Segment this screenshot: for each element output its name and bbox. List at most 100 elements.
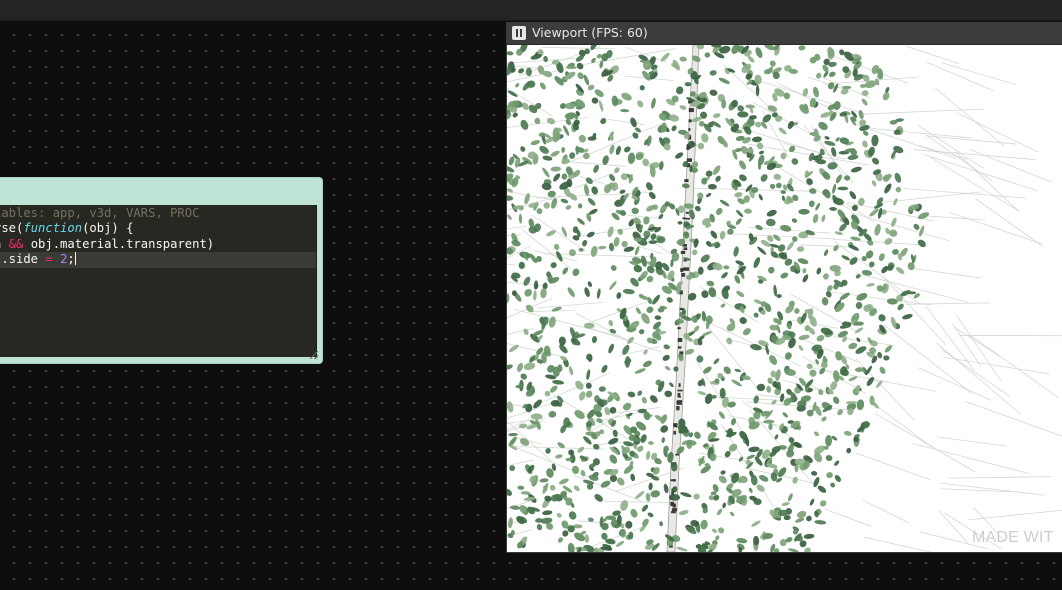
code-token: =: [45, 251, 53, 266]
leaf: [696, 355, 704, 363]
leaf: [586, 369, 591, 380]
leaf: [802, 268, 807, 274]
leaf: [671, 125, 677, 132]
resize-grip-icon[interactable]: [310, 351, 318, 359]
leaf: [530, 140, 540, 146]
leaf: [830, 482, 836, 488]
leaf: [814, 431, 819, 437]
leaf: [766, 385, 772, 393]
leaf: [523, 328, 529, 336]
leaf: [520, 146, 526, 152]
leaf: [709, 70, 717, 76]
leaf: [824, 140, 836, 146]
leaf: [507, 51, 514, 56]
leaf: [648, 482, 653, 491]
leaf: [550, 150, 560, 157]
leaf: [608, 343, 614, 354]
leaf: [856, 292, 868, 301]
leaf: [809, 498, 815, 506]
leaf: [694, 205, 701, 212]
leaf: [584, 534, 590, 543]
leaf: [773, 284, 777, 297]
leaf: [722, 502, 727, 509]
leaf: [858, 197, 865, 206]
leaf: [561, 146, 565, 153]
leaf: [634, 246, 640, 256]
leaf: [753, 257, 761, 268]
pause-icon[interactable]: [512, 26, 526, 40]
branch: [582, 48, 676, 66]
leaf: [524, 288, 532, 297]
leaf: [826, 472, 833, 479]
leaf: [611, 95, 619, 107]
code-line[interactable]: iables: app, v3d, VARS, PROC: [0, 206, 316, 222]
viewport-panel: Viewport (FPS: 60) MADE WIT: [506, 22, 1062, 553]
bark-mark: [683, 247, 688, 251]
branch: [956, 112, 1039, 153]
branch: [824, 508, 872, 527]
branch: [604, 500, 674, 503]
leaf: [507, 293, 510, 304]
leaf: [763, 45, 775, 51]
leaf: [518, 68, 525, 74]
leaf: [591, 335, 597, 344]
leaf: [843, 430, 852, 436]
viewport-canvas[interactable]: MADE WIT: [507, 45, 1062, 552]
bark-mark: [676, 400, 682, 405]
leaf: [565, 205, 572, 210]
code-line[interactable]: h && obj.material.transparent): [0, 237, 316, 253]
leaf: [508, 444, 518, 451]
leaf: [540, 287, 547, 299]
leaf: [704, 52, 711, 58]
branch: [906, 45, 959, 65]
code-token: function: [23, 221, 83, 236]
leaf: [720, 303, 726, 308]
leaf: [631, 207, 639, 215]
leaf: [578, 247, 584, 252]
leaf: [637, 390, 643, 396]
leaf: [733, 246, 739, 257]
leaf: [816, 72, 822, 79]
leaf: [675, 152, 684, 159]
leaf: [818, 121, 828, 131]
leaf: [884, 345, 893, 353]
viewport-header[interactable]: Viewport (FPS: 60): [506, 22, 1062, 45]
leaf: [719, 230, 726, 240]
bark-mark: [671, 508, 678, 512]
branch: [610, 407, 660, 414]
branch: [800, 244, 856, 248]
leaf: [889, 229, 898, 237]
leaf: [786, 241, 795, 251]
leaf: [565, 65, 577, 70]
leaf: [515, 82, 520, 88]
leaf: [757, 246, 767, 255]
leaf: [568, 366, 574, 376]
leaf: [552, 380, 565, 385]
leaf: [806, 515, 812, 522]
leaf: [755, 121, 762, 128]
leaf: [511, 290, 517, 296]
bark-mark: [677, 389, 683, 392]
leaf: [803, 533, 815, 539]
leaf: [676, 86, 684, 95]
leaf: [856, 399, 865, 411]
leaf: [866, 283, 875, 287]
branch: [948, 476, 1052, 479]
leaf: [794, 308, 800, 314]
leaf: [543, 202, 550, 209]
code-editor[interactable]: iables: app, v3d, VARS, PROCrse(function…: [0, 205, 317, 357]
branch: [862, 499, 909, 524]
leaf: [609, 328, 617, 334]
leaf: [648, 240, 658, 244]
branch: [965, 401, 1062, 437]
leaf: [793, 441, 803, 449]
bark-mark: [678, 346, 682, 349]
leaf: [720, 470, 726, 475]
leaf: [525, 67, 532, 77]
leaf: [769, 60, 776, 67]
leaf: [569, 152, 576, 159]
code-puzzle-block[interactable]: iables: app, v3d, VARS, PROCrse(function…: [0, 178, 322, 363]
code-line[interactable]: l.side = 2;: [0, 251, 316, 268]
code-line[interactable]: rse(function(obj) {: [0, 221, 316, 237]
bark-mark: [671, 511, 676, 514]
